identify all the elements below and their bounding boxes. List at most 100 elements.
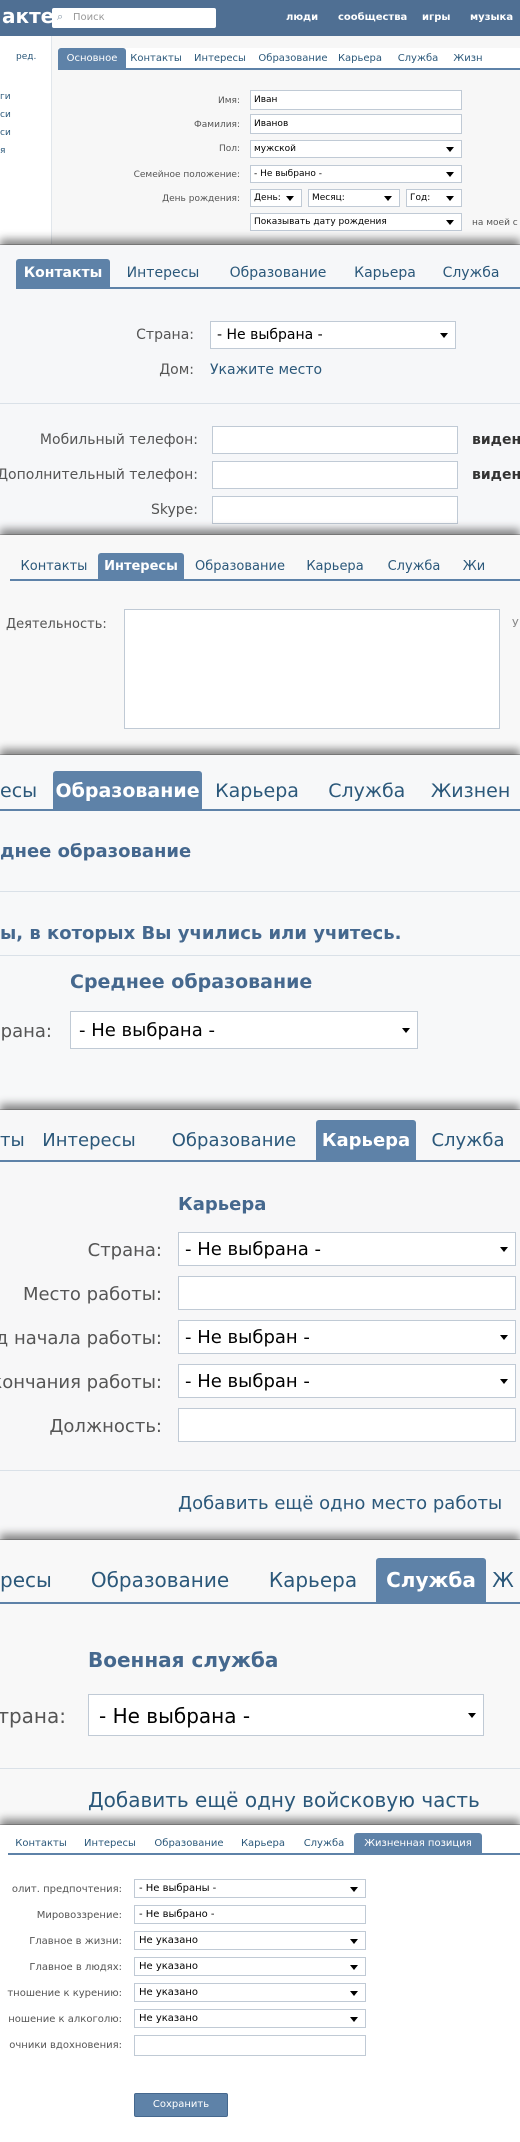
tab-contacts[interactable]: Контакты [10, 553, 98, 579]
tab-service[interactable]: Служба [430, 259, 512, 287]
search-icon: ⌕ [57, 10, 64, 23]
month-value: Месяц: [312, 193, 345, 203]
life-panel: Контакты Интересы Образование Карьера Сл… [0, 1825, 520, 2142]
sidebar-item[interactable]: си [0, 110, 11, 120]
tab-education[interactable]: Образование [184, 553, 296, 579]
site-logo[interactable]: акте [2, 4, 54, 28]
tab-career[interactable]: Карьера [202, 771, 313, 809]
tab-contacts[interactable]: ты [0, 1120, 26, 1160]
tab-contacts[interactable]: Контакты [126, 48, 186, 68]
tab-service[interactable]: Служба [388, 48, 448, 68]
sex-select[interactable]: мужской [250, 140, 462, 158]
sidebar-item[interactable]: си [0, 128, 11, 138]
extra-phone-input[interactable] [212, 461, 458, 489]
sidebar-edit-link[interactable]: ред. [16, 52, 36, 62]
alcohol-select[interactable]: Не указано [134, 2009, 366, 2028]
country-label: Страна: [136, 327, 194, 343]
alcohol-label: ношение к алкоголю: [8, 2014, 122, 2025]
family-value: - Не выбрано - [254, 169, 322, 179]
last-name-input[interactable]: Иванов [250, 114, 462, 134]
mobile-visible[interactable]: виден [472, 432, 520, 448]
end-year-value: - Не выбран - [185, 1371, 310, 1392]
tab-service[interactable]: Служба [376, 1558, 486, 1602]
add-workplace-link[interactable]: Добавить ещё одно место работы [178, 1493, 502, 1514]
tab-education[interactable]: Образование [70, 1558, 250, 1602]
sidebar-item[interactable]: ги [0, 92, 11, 102]
nav-games[interactable]: игры [422, 12, 450, 23]
tab-interests[interactable]: Интересы [74, 1833, 146, 1853]
mobile-label: Мобильный телефон: [39, 432, 198, 448]
tab-service[interactable]: Служба [416, 1120, 520, 1160]
tab-interests[interactable]: Интересы [98, 553, 184, 579]
month-select[interactable]: Месяц: [308, 189, 400, 207]
tab-life[interactable]: Жи [454, 553, 494, 579]
position-input[interactable] [178, 1408, 516, 1442]
nav-music[interactable]: музыка [470, 12, 513, 23]
basic-tabs: Основное Контакты Интересы Образование К… [58, 48, 520, 70]
mobile-input[interactable] [212, 426, 458, 454]
tab-service[interactable]: Служба [374, 553, 454, 579]
search-input[interactable]: ⌕ Поиск [52, 8, 216, 28]
tab-career[interactable]: Карьера [250, 1558, 376, 1602]
service-country-select[interactable]: - Не выбрана - [88, 1694, 484, 1736]
inspiration-input[interactable] [134, 2035, 366, 2056]
tab-career[interactable]: Карьера [340, 259, 430, 287]
worldview-input[interactable]: - Не выбрано - [134, 1905, 366, 1924]
contacts-panel: Контакты Интересы Образование Карьера Сл… [0, 245, 520, 535]
start-year-select[interactable]: - Не выбран - [178, 1320, 516, 1354]
add-unit-link[interactable]: Добавить ещё одну войсковую часть [88, 1788, 480, 1812]
show-birthday-select[interactable]: Показывать дату рождения [250, 213, 462, 231]
tab-career[interactable]: Карьера [332, 48, 388, 68]
workplace-input[interactable] [178, 1276, 516, 1310]
first-name-input[interactable]: Иван [250, 90, 462, 110]
end-year-select[interactable]: - Не выбран - [178, 1364, 516, 1398]
activity-textarea[interactable] [124, 609, 500, 729]
home-link[interactable]: Укажите место [210, 362, 322, 378]
nav-people[interactable]: люди [286, 12, 318, 23]
sidebar-item[interactable]: я [0, 146, 5, 156]
main-life-select[interactable]: Не указано [134, 1931, 366, 1950]
tab-career[interactable]: Карьера [296, 553, 374, 579]
smoking-select[interactable]: Не указано [134, 1983, 366, 2002]
interests-tabs: Контакты Интересы Образование Карьера Сл… [10, 553, 520, 581]
service-panel: ресы Образование Карьера Служба Ж Военна… [0, 1540, 520, 1825]
tab-career[interactable]: Карьера [316, 1120, 416, 1160]
tab-education[interactable]: Образование [216, 259, 340, 287]
tab-interests[interactable]: Интересы [110, 259, 216, 287]
tab-life[interactable]: Жизнен [421, 771, 520, 809]
day-select[interactable]: День: [250, 189, 302, 207]
school-country-select[interactable]: - Не выбрана - [70, 1011, 418, 1049]
political-select[interactable]: - Не выбраны - [134, 1879, 366, 1898]
tab-education[interactable]: Образование [254, 48, 332, 68]
tab-education[interactable]: Образование [146, 1833, 232, 1853]
tab-life[interactable]: Жизн [448, 48, 488, 68]
country-select[interactable]: - Не выбрана - [210, 321, 456, 349]
tab-service[interactable]: Служба [312, 771, 421, 809]
tab-education[interactable]: Образование [152, 1120, 316, 1160]
career-country-select[interactable]: - Не выбрана - [178, 1232, 516, 1266]
tab-interests[interactable]: Интересы [26, 1120, 152, 1160]
education-subtitle: ы, в которых Вы учились или учитесь. [0, 923, 402, 944]
tab-education[interactable]: Образование [53, 771, 202, 809]
main-people-select[interactable]: Не указано [134, 1957, 366, 1976]
family-select[interactable]: - Не выбрано - [250, 165, 462, 183]
divider [0, 955, 520, 956]
tab-service[interactable]: Служба [294, 1833, 354, 1853]
tab-interests[interactable]: ресы [0, 1558, 70, 1602]
skype-input[interactable] [212, 496, 458, 524]
tab-career[interactable]: Карьера [232, 1833, 294, 1853]
tab-life[interactable]: Жизненная позиция [354, 1833, 482, 1853]
extra-phone-visible[interactable]: виден [472, 467, 520, 483]
service-country-value: - Не выбрана - [99, 1704, 251, 1728]
contacts-tabs: Контакты Интересы Образование Карьера Сл… [16, 259, 520, 289]
tab-life[interactable]: Ж [486, 1558, 520, 1602]
year-select[interactable]: Год: [406, 189, 462, 207]
career-country-value: - Не выбрана - [185, 1239, 321, 1260]
nav-communities[interactable]: сообщества [338, 12, 407, 23]
tab-contacts[interactable]: Контакты [16, 259, 110, 287]
tab-interests[interactable]: есы [0, 771, 53, 809]
tab-basic[interactable]: Основное [58, 48, 126, 68]
save-button[interactable]: Сохранить [134, 2093, 228, 2117]
tab-contacts[interactable]: Контакты [8, 1833, 74, 1853]
tab-interests[interactable]: Интересы [186, 48, 254, 68]
